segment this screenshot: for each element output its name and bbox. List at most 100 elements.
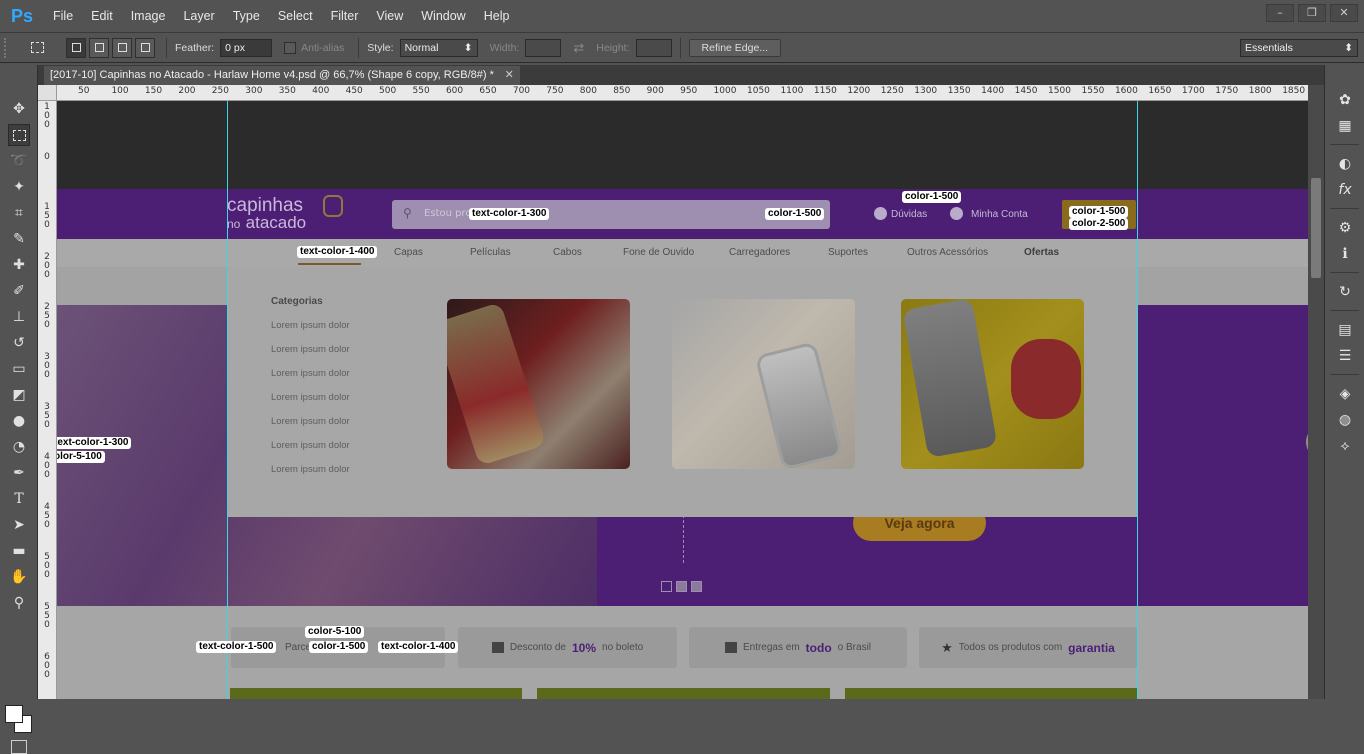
swap-icon[interactable]: ⇄ xyxy=(573,40,584,56)
guide-line-right[interactable] xyxy=(1137,101,1138,699)
vertical-ruler[interactable]: 1000150200250300350400450500550600650 xyxy=(38,85,57,699)
refine-edge-button[interactable]: Refine Edge... xyxy=(688,38,782,57)
benefit-warranty-bold: garantia xyxy=(1068,640,1115,655)
channels-panel-icon[interactable]: ◍ xyxy=(1325,407,1364,433)
options-grip[interactable] xyxy=(4,37,12,58)
blur-tool-icon[interactable]: ● xyxy=(8,410,30,432)
hand-tool-icon[interactable]: ✋ xyxy=(8,566,30,588)
add-selection-icon[interactable] xyxy=(89,37,109,58)
history-brush-tool-icon[interactable]: ↺ xyxy=(8,332,30,354)
close-button[interactable]: ✕ xyxy=(1330,4,1358,22)
guide-line-left[interactable] xyxy=(227,101,228,699)
width-input[interactable] xyxy=(525,38,562,57)
menu-help[interactable]: Help xyxy=(475,9,519,23)
intersect-selection-icon[interactable] xyxy=(135,37,155,58)
megamenu-link: Lorem ipsum dolor xyxy=(271,320,350,331)
style-select[interactable]: Normal ⬍ xyxy=(399,38,478,57)
ruler-tick-label: 300 xyxy=(44,352,50,380)
eyedropper-tool-icon[interactable]: ✎ xyxy=(8,228,30,250)
ruler-tick-label: 50 xyxy=(78,86,90,96)
menu-type[interactable]: Type xyxy=(224,9,269,23)
crop-tool-icon[interactable]: ⌗ xyxy=(8,202,30,224)
search-icon: ⚲ xyxy=(403,206,412,220)
quick-mask-icon[interactable] xyxy=(11,740,27,754)
menu-select[interactable]: Select xyxy=(269,9,322,23)
benefit-delivery-post: o Brasil xyxy=(837,642,872,653)
adjustments-panel-icon[interactable]: ◐ xyxy=(1325,151,1364,177)
antialias-checkbox[interactable] xyxy=(284,41,297,54)
height-input[interactable] xyxy=(635,38,672,57)
color-panel-icon[interactable]: ✿ xyxy=(1325,87,1364,113)
horizontal-ruler[interactable]: 50 100 150 200 250 300 350 400 450 500 550 600 650 70… xyxy=(57,85,1308,101)
menu-layer[interactable]: Layer xyxy=(174,9,223,23)
ruler-tick-label: 1600 xyxy=(1114,86,1138,96)
pen-tool-icon[interactable]: ✒ xyxy=(8,462,30,484)
document-canvas[interactable]: capinhas no atacado ⚲ Estou procurando D… xyxy=(57,101,1308,699)
ruler-tick-label: 1500 xyxy=(1048,86,1071,96)
ruler-tick-label: 1300 xyxy=(914,86,938,96)
history-panel-icon[interactable]: ↻ xyxy=(1325,279,1364,305)
menu-file[interactable]: File xyxy=(44,9,82,23)
rectangle-tool-icon[interactable]: ▬ xyxy=(8,540,30,562)
healing-brush-tool-icon[interactable]: ✚ xyxy=(8,254,30,276)
dodge-tool-icon[interactable]: ◔ xyxy=(8,436,30,458)
close-tab-icon[interactable]: ✕ xyxy=(505,66,514,85)
marquee-preset-icon[interactable] xyxy=(26,38,48,58)
workspace-value: Essentials xyxy=(1245,41,1293,54)
paint-bucket-tool-icon[interactable]: ◩ xyxy=(8,384,30,406)
nav-item-fone: Fone de Ouvido xyxy=(623,247,695,258)
restore-button[interactable]: ❐ xyxy=(1298,4,1326,22)
hero-dot xyxy=(661,581,672,592)
minimize-button[interactable]: – xyxy=(1266,4,1294,22)
menu-window[interactable]: Window xyxy=(412,9,474,23)
megamenu-link: Lorem ipsum dolor xyxy=(271,392,350,403)
nav-active-underline xyxy=(298,263,361,265)
paths-panel-icon[interactable]: ⟡ xyxy=(1325,433,1364,459)
workspace-select[interactable]: Essentials ⬍ xyxy=(1240,38,1358,57)
menu-image[interactable]: Image xyxy=(122,9,175,23)
brush-tool-icon[interactable]: ✐ xyxy=(8,280,30,302)
styles-panel-icon[interactable]: fx xyxy=(1325,177,1364,203)
ruler-tick-label: 550 xyxy=(44,602,50,630)
subtract-selection-icon[interactable] xyxy=(112,37,132,58)
foreground-color-swatch[interactable] xyxy=(5,705,23,723)
marquee-tool-icon[interactable] xyxy=(8,124,30,146)
path-selection-tool-icon[interactable]: ➤ xyxy=(8,514,30,536)
ruler-origin[interactable] xyxy=(38,85,57,101)
scrollbar-thumb[interactable] xyxy=(1311,178,1321,278)
ruler-tick-label: 1400 xyxy=(981,86,1005,96)
layers-panel-icon[interactable]: ◈ xyxy=(1325,381,1364,407)
benefit-delivery-pre: Entregas em xyxy=(742,642,800,653)
move-tool-icon[interactable]: ✥ xyxy=(8,98,30,120)
ruler-tick-label: 150 xyxy=(144,86,163,96)
magic-wand-tool-icon[interactable]: ✦ xyxy=(8,176,30,198)
zoom-tool-icon[interactable]: ⚲ xyxy=(8,592,30,614)
megamenu-title: Categorias xyxy=(271,296,323,307)
options-bar: Feather: 0 px Anti-alias Style: Normal ⬍ … xyxy=(0,33,1364,63)
ruler-tick-label: 850 xyxy=(613,86,631,96)
ruler-tick-label: 0 xyxy=(44,152,50,162)
menu-edit[interactable]: Edit xyxy=(82,9,122,23)
annotation-tag: color-1-500 xyxy=(1069,206,1129,218)
menu-filter[interactable]: Filter xyxy=(322,9,368,23)
character-panel-icon[interactable]: ▤ xyxy=(1325,317,1364,343)
vertical-scrollbar[interactable] xyxy=(1308,85,1324,699)
feather-input[interactable]: 0 px xyxy=(220,38,273,57)
eraser-tool-icon[interactable]: ▭ xyxy=(8,358,30,380)
properties-panel-icon[interactable]: ⚙ xyxy=(1325,215,1364,241)
clone-stamp-tool-icon[interactable]: ⊥ xyxy=(8,306,30,328)
paragraph-panel-icon[interactable]: ☰ xyxy=(1325,343,1364,369)
ruler-tick-label: 250 xyxy=(211,86,229,96)
type-tool-icon[interactable]: T xyxy=(8,488,30,510)
section-bar xyxy=(537,688,830,699)
new-selection-icon[interactable] xyxy=(66,37,86,58)
info-panel-icon[interactable]: ℹ xyxy=(1325,241,1364,267)
nav-item-suportes: Suportes xyxy=(828,247,869,258)
document-tab[interactable]: [2017-10] Capinhas no Atacado - Harlaw H… xyxy=(44,66,520,85)
menu-view[interactable]: View xyxy=(367,9,412,23)
lasso-tool-icon[interactable]: ➰ xyxy=(8,150,30,172)
swatches-panel-icon[interactable]: ▦ xyxy=(1325,113,1364,139)
star-icon: ★ xyxy=(941,639,953,655)
account-link: Minha Conta xyxy=(971,209,1028,220)
logo-text-atacado: atacado xyxy=(245,213,307,232)
